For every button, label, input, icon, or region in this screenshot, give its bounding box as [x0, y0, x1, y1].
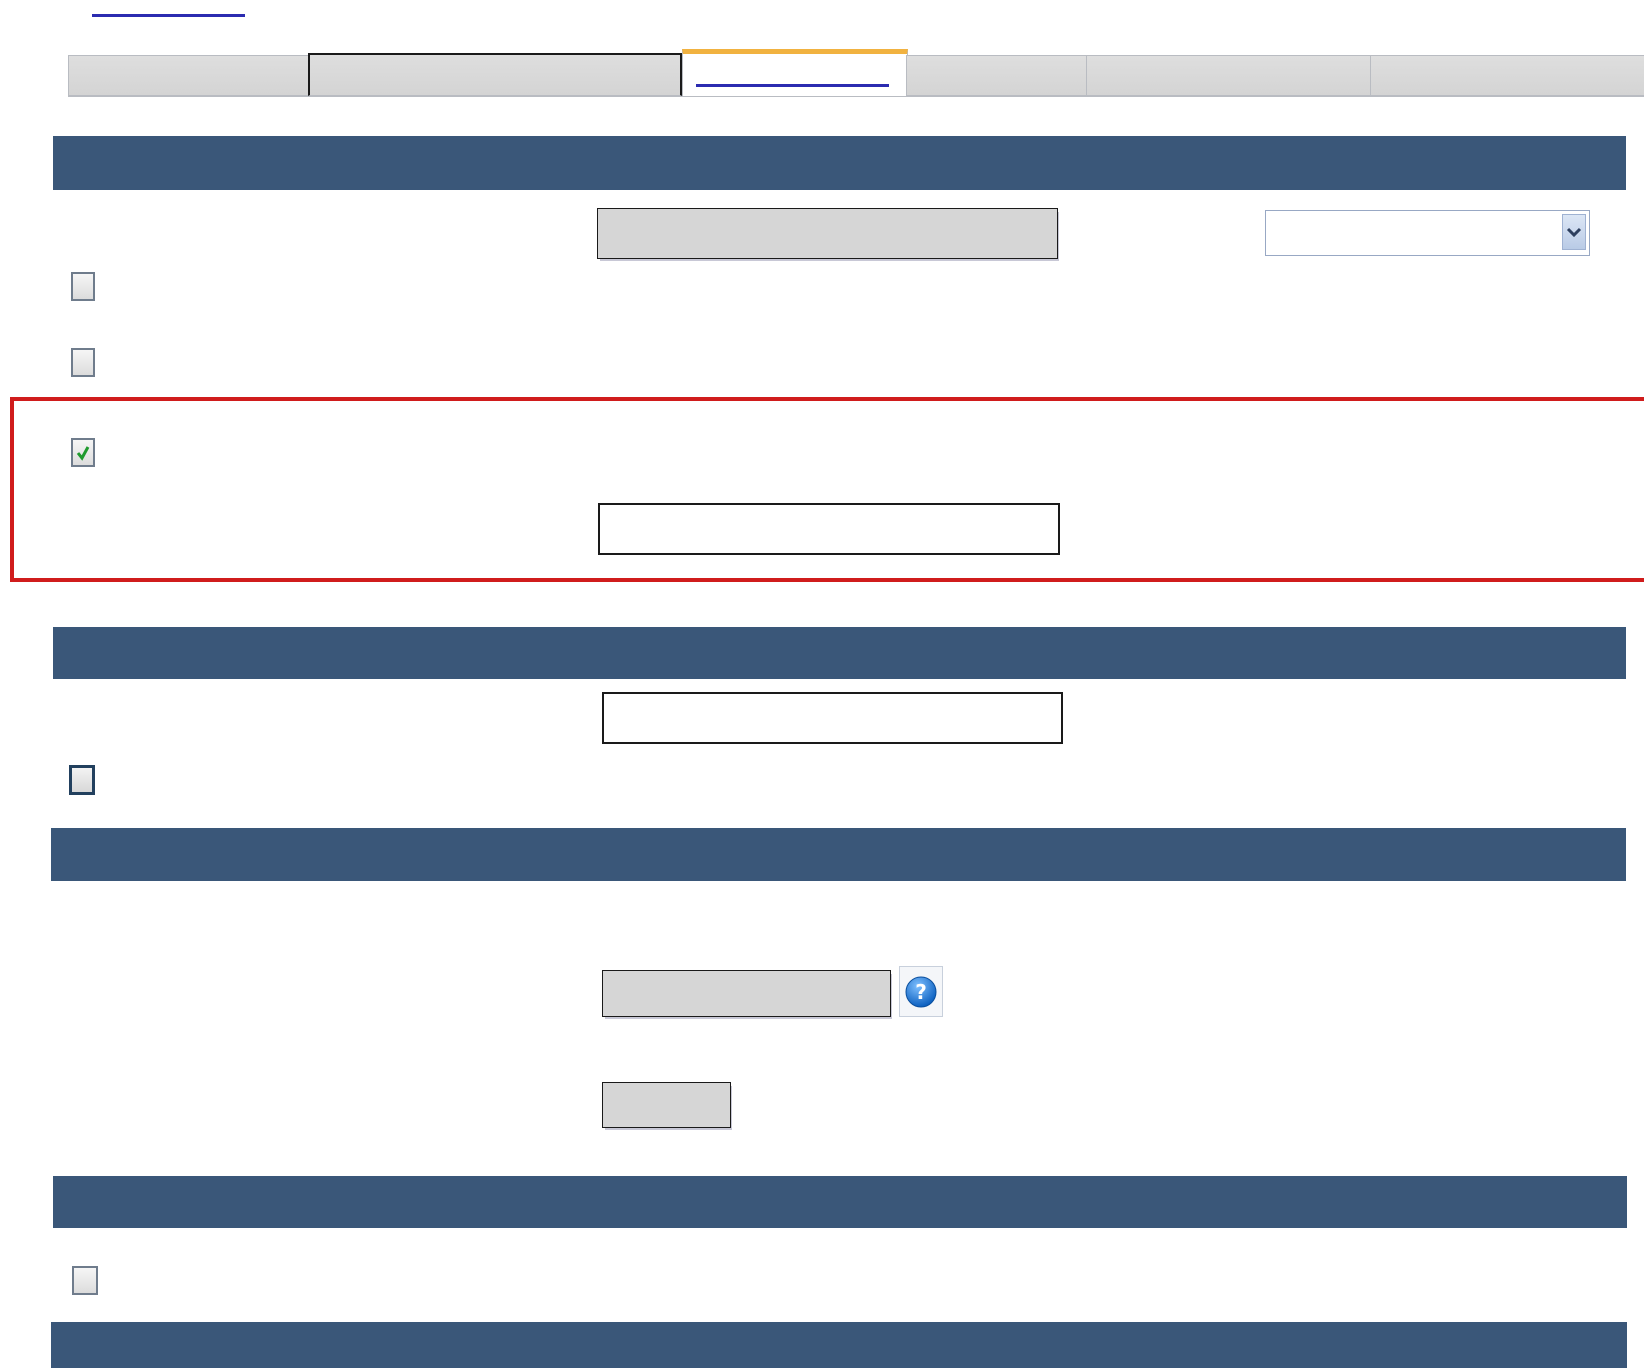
- readonly-field-1: [597, 208, 1058, 259]
- text-input-2[interactable]: [602, 692, 1063, 744]
- checkbox-3-checked[interactable]: [71, 438, 95, 467]
- checkbox-1[interactable]: [71, 272, 95, 301]
- checkbox-2[interactable]: [71, 348, 95, 377]
- text-input-1[interactable]: [598, 503, 1060, 555]
- section-header-3: [51, 828, 1626, 881]
- tab-6[interactable]: [1370, 55, 1644, 96]
- tab-baseline: [68, 96, 1644, 97]
- tab-3-link-underline: [696, 84, 889, 87]
- chevron-down-icon[interactable]: [1562, 214, 1586, 250]
- tab-2[interactable]: [308, 53, 682, 96]
- svg-text:?: ?: [915, 980, 927, 1004]
- top-link[interactable]: [92, 14, 245, 17]
- section-header-5: [51, 1322, 1627, 1368]
- section-header-4: [53, 1176, 1627, 1228]
- help-icon: ?: [905, 976, 937, 1007]
- checkbox-4[interactable]: [69, 765, 95, 795]
- dropdown-select[interactable]: [1265, 210, 1590, 256]
- checkbox-5[interactable]: [72, 1266, 98, 1295]
- help-button[interactable]: ?: [899, 966, 943, 1017]
- tab-1[interactable]: [68, 55, 310, 96]
- readonly-field-2: [602, 970, 891, 1017]
- tab-5[interactable]: [1086, 55, 1372, 96]
- checkmark-icon: [76, 445, 90, 461]
- small-readonly-field: [602, 1082, 731, 1128]
- tab-4[interactable]: [906, 55, 1088, 96]
- section-header-2: [53, 627, 1626, 679]
- section-header-1: [53, 136, 1626, 190]
- tab-3-active[interactable]: [682, 49, 908, 97]
